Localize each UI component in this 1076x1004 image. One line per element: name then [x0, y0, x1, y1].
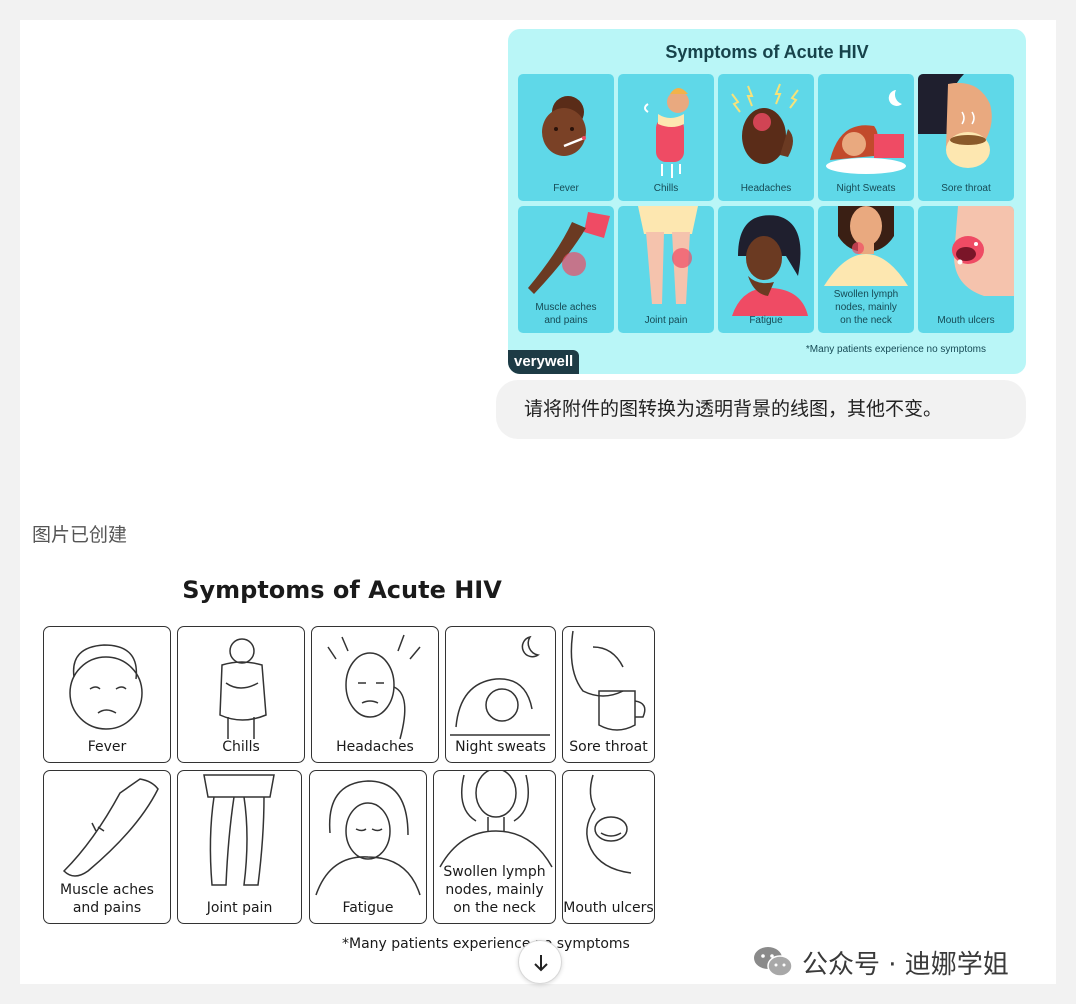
- symptom-tile-mouth-ulcers: Mouth ulcers: [918, 206, 1014, 333]
- lineart-label: Night sweats: [455, 739, 546, 755]
- lineart-tile-joint-pain: Joint pain: [177, 770, 302, 924]
- chat-panel: Symptoms of Acute HIV Fever Chills Heada…: [20, 20, 1056, 984]
- lineart-label: Mouth ulcers: [563, 900, 654, 916]
- user-message-bubble: 请将附件的图转换为透明背景的线图，其他不变。: [496, 380, 1026, 439]
- infographic-footnote: *Many patients experience no symptoms: [805, 344, 986, 355]
- lineart-label: Joint pain: [206, 900, 273, 916]
- symptom-label: Sore throat: [941, 183, 991, 194]
- symptom-label: Night Sweats: [836, 183, 896, 194]
- symptom-tile-chills: Chills: [618, 74, 714, 201]
- symptom-label: Muscle aches and pains: [535, 302, 597, 326]
- lineart-tile-mouth-ulcers: Mouth ulcers: [562, 770, 655, 924]
- lineart-label: Fatigue: [342, 900, 394, 916]
- symptom-tile-sore-throat: Sore throat: [918, 74, 1014, 201]
- lineart-tile-swollen-lymph-nodes: Swollen lymph nodes, mainly on the neck: [433, 770, 556, 924]
- lineart-tile-headaches: Headaches: [311, 626, 439, 763]
- lineart-label: Sore throat: [569, 739, 648, 755]
- attached-image[interactable]: Symptoms of Acute HIV Fever Chills Heada…: [508, 29, 1026, 374]
- watermark-text: 公众号 · 迪娜学姐: [802, 949, 1009, 980]
- symptom-tile-night-sweats: Night Sweats: [818, 74, 914, 201]
- symptom-label: Swollen lymph nodes, mainly on the neck: [833, 289, 899, 326]
- lineart-tile-sore-throat: Sore throat: [562, 626, 655, 763]
- symptom-label: Headaches: [740, 183, 792, 194]
- symptom-label: Mouth ulcers: [937, 315, 995, 326]
- infographic-grid: Fever Chills Headaches Night Sweats Sore…: [518, 74, 1014, 333]
- lineart-footnote: *Many patients experience no symptoms: [342, 936, 630, 952]
- symptom-label: Fever: [553, 183, 579, 194]
- lineart-tile-fever: Fever: [43, 626, 171, 763]
- scroll-to-bottom-button[interactable]: [518, 940, 562, 984]
- infographic-title: Symptoms of Acute HIV: [665, 42, 869, 62]
- symptom-tile-fever: Fever: [518, 74, 614, 201]
- generated-image[interactable]: Symptoms of Acute HIV Fever Chills Heada…: [32, 568, 662, 968]
- lineart-label: Fever: [87, 739, 127, 755]
- lineart-label: Chills: [222, 739, 260, 755]
- lineart-label: Headaches: [336, 739, 414, 755]
- symptom-label: Chills: [653, 183, 679, 194]
- lineart-title: Symptoms of Acute HIV: [182, 576, 502, 604]
- lineart-label: Muscle aches and pains: [60, 882, 154, 916]
- symptom-tile-swollen-lymph-nodes: Swollen lymph nodes, mainly on the neck: [818, 206, 914, 333]
- lineart-tile-night-sweats: Night sweats: [445, 626, 556, 763]
- symptom-tile-joint-pain: Joint pain: [618, 206, 714, 333]
- lineart-tile-fatigue: Fatigue: [309, 770, 427, 924]
- arrow-down-icon: [534, 955, 548, 972]
- symptom-label: Joint pain: [644, 315, 688, 326]
- symptom-tile-fatigue: Fatigue: [718, 206, 814, 333]
- lineart-tile-muscle-aches: Muscle aches and pains: [43, 770, 171, 924]
- image-created-status: 图片已创建: [32, 524, 128, 546]
- wechat-watermark: 公众号 · 迪娜学姐: [752, 942, 1009, 982]
- lineart-tile-chills: Chills: [177, 626, 305, 763]
- symptom-tile-muscle-aches: Muscle aches and pains: [518, 206, 614, 333]
- lineart-label: Swollen lymph nodes, mainly on the neck: [443, 864, 546, 916]
- symptom-tile-headaches: Headaches: [718, 74, 814, 201]
- symptom-label: Fatigue: [749, 315, 783, 326]
- wechat-icon: [754, 947, 793, 977]
- verywell-logo: verywell: [508, 350, 580, 374]
